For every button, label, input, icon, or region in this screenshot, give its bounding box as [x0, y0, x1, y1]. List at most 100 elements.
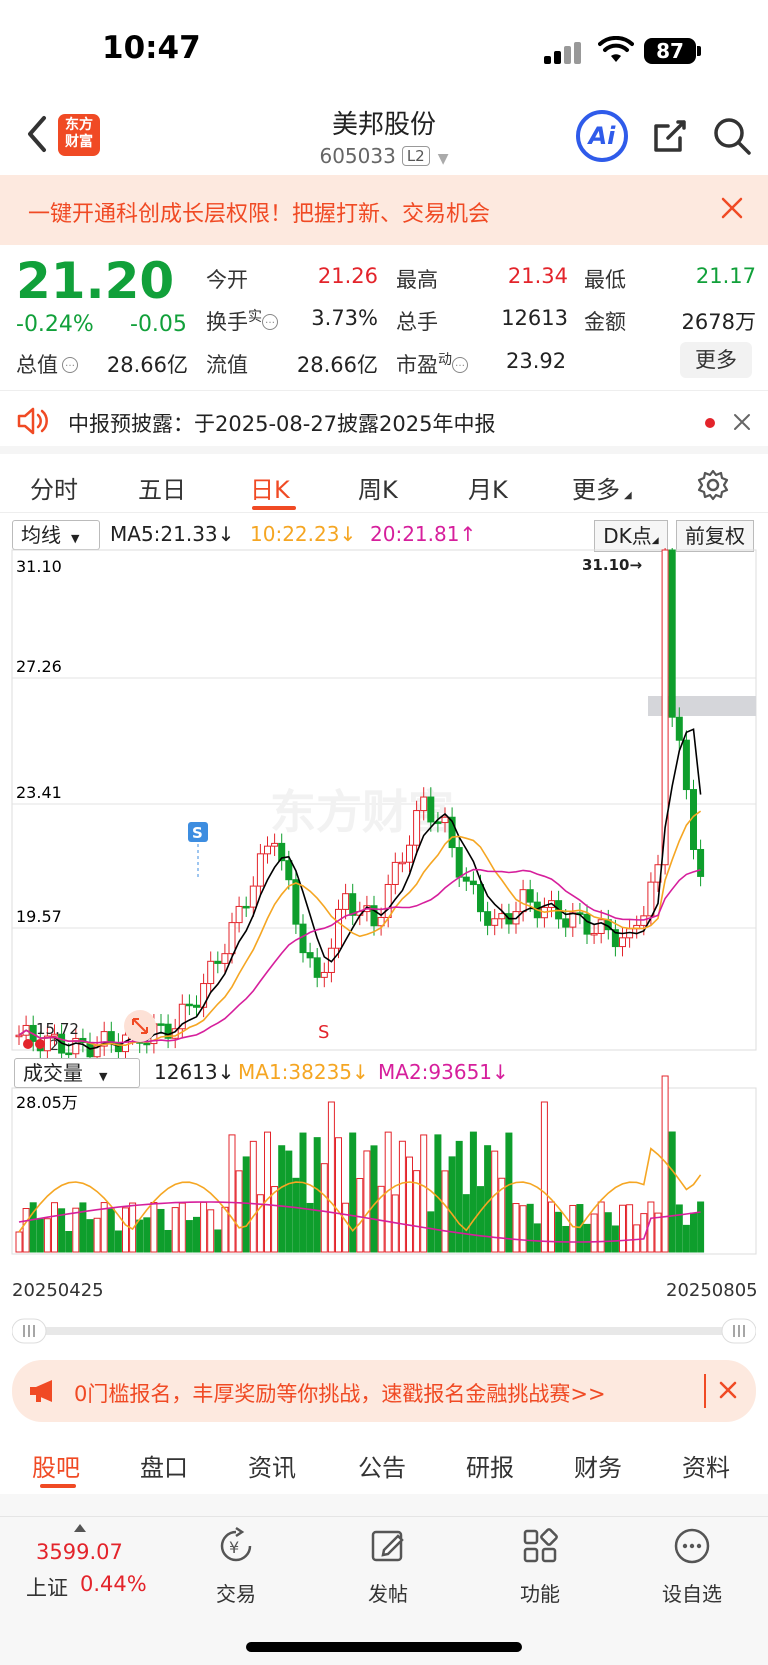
- pe-label-row[interactable]: 市盈动…: [396, 349, 468, 379]
- candle-body: [342, 893, 350, 910]
- volume-bar: [150, 1201, 158, 1253]
- change-percent: -0.24%: [16, 312, 94, 337]
- index-name[interactable]: 上证: [26, 1572, 68, 1602]
- chevron-down-icon: ▼: [99, 1070, 108, 1083]
- candle-body: [569, 912, 577, 928]
- volume-bar: [15, 1231, 23, 1253]
- ma-selector[interactable]: 均线 ▼: [12, 520, 100, 550]
- more-dots-icon: [674, 1528, 710, 1564]
- volume-bar: [462, 1194, 470, 1253]
- more-button[interactable]: 更多: [680, 342, 752, 378]
- mktcap-label-row[interactable]: 总值…: [16, 349, 78, 379]
- volume-bar: [533, 1223, 541, 1253]
- current-price: 21.20: [16, 252, 175, 310]
- tab-more[interactable]: 更多 ◢: [572, 470, 632, 505]
- post-button[interactable]: 发帖: [338, 1526, 438, 1607]
- tab-timeshare[interactable]: 分时: [30, 470, 78, 505]
- pe-sup: 动: [438, 352, 452, 368]
- volume-bar: [455, 1140, 463, 1253]
- volume-bar: [477, 1186, 484, 1253]
- volume-bar: [228, 1134, 236, 1253]
- index-percent[interactable]: 0.44%: [80, 1572, 147, 1596]
- volume-bar: [335, 1137, 342, 1253]
- candle-body: [221, 953, 229, 964]
- chevron-down-icon: ▼: [71, 532, 80, 545]
- volume-label: 总手: [396, 310, 438, 334]
- tab-finance[interactable]: 财务: [574, 1448, 622, 1483]
- volume-bar: [214, 1229, 222, 1253]
- status-time: 10:47: [102, 30, 201, 66]
- challenge-banner-text: 0门槛报名，丰厚奖励等你挑战，速戳报名金融挑战赛>>: [74, 1382, 606, 1406]
- volume-bar: [420, 1134, 428, 1253]
- candle-body: [469, 880, 477, 886]
- y-tick-label: 31.10: [16, 557, 62, 576]
- post-label: 发帖: [368, 1582, 408, 1606]
- volume-bar: [626, 1204, 634, 1253]
- volume-bar: [370, 1145, 378, 1253]
- gear-icon[interactable]: [696, 468, 730, 502]
- volume-bar: [36, 1218, 44, 1253]
- turnover-label-row[interactable]: 换手实…: [206, 306, 278, 336]
- functions-button[interactable]: 功能: [490, 1526, 590, 1607]
- sell-signal-text: S: [318, 1022, 329, 1043]
- turnover-label: 换手: [206, 310, 248, 334]
- candle-body: [675, 716, 683, 741]
- low-dot: [35, 1039, 45, 1049]
- candle-body: [292, 879, 300, 925]
- volume-bar: [519, 1205, 527, 1253]
- volume-bar: [597, 1201, 605, 1253]
- ma-lines-group: [18, 728, 702, 1050]
- close-icon[interactable]: [718, 194, 746, 222]
- volume-selector-label: 成交量: [23, 1061, 83, 1085]
- grid-icon: [523, 1528, 558, 1563]
- tab-five-day[interactable]: 五日: [138, 470, 186, 505]
- low-label: 最低: [584, 268, 626, 292]
- tab-month-k[interactable]: 月K: [468, 470, 508, 505]
- tab-research[interactable]: 研报: [466, 1448, 514, 1483]
- candle-body: [235, 905, 243, 924]
- cellular-signal-icon: [544, 42, 584, 64]
- open-value: 21.26: [317, 264, 378, 288]
- volume-bar: [242, 1156, 250, 1253]
- ma5-line: [18, 728, 702, 1050]
- candle-body: [271, 842, 279, 847]
- chevron-down-icon: ▼: [437, 151, 449, 167]
- add-watchlist-button[interactable]: 设自选: [642, 1526, 742, 1607]
- close-icon[interactable]: [718, 1380, 738, 1400]
- end-date: 20250805: [666, 1280, 758, 1301]
- tab-news[interactable]: 资讯: [248, 1448, 296, 1483]
- tab-profile[interactable]: 资料: [682, 1448, 730, 1483]
- float-value: 28.66亿: [296, 353, 378, 377]
- tab-day-k[interactable]: 日K: [250, 470, 290, 505]
- volume-selector[interactable]: 成交量 ▼: [14, 1058, 140, 1088]
- tab-guba[interactable]: 股吧: [32, 1448, 80, 1483]
- index-value[interactable]: 3599.07: [36, 1540, 123, 1564]
- candle-body: [682, 739, 690, 791]
- volume-bar: [434, 1134, 442, 1253]
- tab-pankou[interactable]: 盘口: [140, 1448, 188, 1483]
- active-tab-underline: [40, 1484, 76, 1488]
- ai-button[interactable]: Ai: [576, 110, 628, 162]
- candle-body: [519, 889, 527, 913]
- low-marker-text: 2: [50, 1038, 59, 1054]
- unread-dot: [705, 418, 715, 428]
- kline-chart[interactable]: 东方财富 31.10 27.26 23.41 19.57 31.10→ S S …: [0, 548, 768, 1268]
- ma-selector-label: 均线: [21, 523, 61, 547]
- tab-announcements[interactable]: 公告: [358, 1448, 406, 1483]
- turnover-sup: 实: [248, 309, 262, 325]
- wifi-icon: [598, 36, 634, 62]
- volume-bar: [185, 1220, 193, 1253]
- volume-bar: [604, 1212, 612, 1253]
- chart-scrollbar[interactable]: [12, 1318, 756, 1344]
- index-up-arrow-icon: [74, 1524, 86, 1532]
- high-label: 最高: [396, 268, 438, 292]
- trade-button[interactable]: ¥ 交易: [186, 1526, 286, 1607]
- candle-body: [256, 853, 264, 887]
- candle-body: [398, 861, 406, 865]
- search-icon[interactable]: [712, 116, 752, 156]
- volume-bar: [583, 1223, 591, 1253]
- candle-body: [349, 893, 357, 916]
- close-icon[interactable]: [732, 412, 752, 432]
- tab-week-k[interactable]: 周K: [358, 470, 398, 505]
- share-icon[interactable]: [650, 116, 690, 156]
